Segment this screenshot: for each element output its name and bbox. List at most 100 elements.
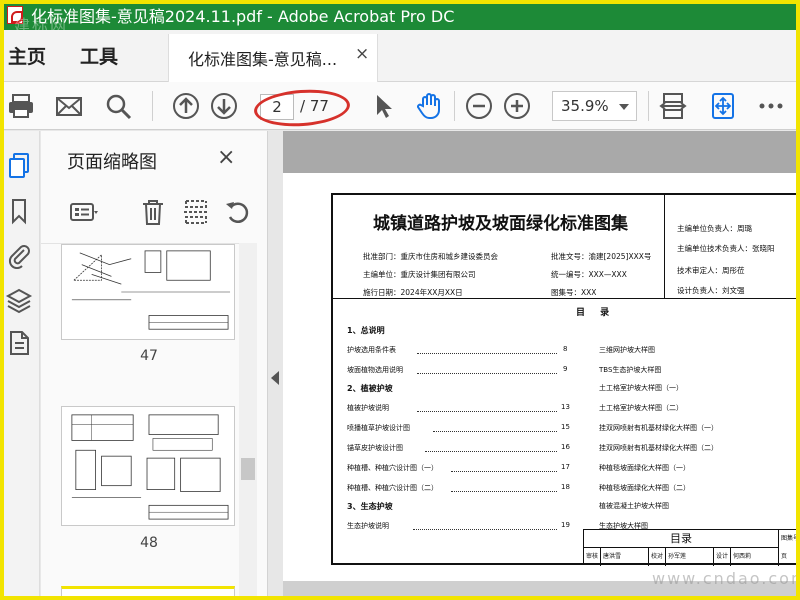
- toc-item: 挂双网喷射有机基材绿化大样图（一）: [599, 424, 718, 432]
- pages-icon[interactable]: [5, 151, 33, 179]
- effective-date: 施行日期：2024年XX月XX日: [363, 288, 463, 297]
- toc-page: 8: [563, 345, 568, 353]
- page-down-icon[interactable]: [209, 91, 239, 121]
- toc-item: 种植毯坡面绿化大样图（二）: [599, 484, 690, 492]
- toc-item: 植被护坡说明: [347, 404, 389, 412]
- meta-line: 技术审定人：周彤莅: [677, 266, 745, 275]
- title-block-cell: 审核: [584, 548, 601, 566]
- toc-item: 坡面植物选用说明: [347, 366, 403, 374]
- panel-toolbar: [41, 187, 267, 237]
- title-block-cell: 唐洪雪: [601, 548, 649, 566]
- close-tab-icon[interactable]: ×: [355, 44, 369, 64]
- thumbnail-panel: 页面缩略图 × 47 48: [41, 131, 267, 600]
- toolbar-separator: [152, 91, 153, 121]
- tab-tools[interactable]: 工具: [80, 42, 118, 69]
- toc-item: 种植槽、种植穴设计图（一）: [347, 464, 438, 472]
- pdf-page: 城镇道路护坡及坡面绿化标准图集 批准部门：重庆市住房和城乡建设委员会 批准文号：…: [283, 173, 800, 581]
- select-cursor-icon[interactable]: [368, 91, 398, 121]
- title-block-cell: 孙军莲: [666, 548, 714, 566]
- page-up-icon[interactable]: [171, 91, 201, 121]
- print-icon[interactable]: [6, 91, 36, 121]
- bottom-watermark: www.cndao.com: [652, 569, 800, 588]
- toc-item: 土工格室护坡大样图（一）: [599, 384, 683, 392]
- meta-line: 主编单位技术负责人：张晓阳: [677, 244, 775, 253]
- toc-item: 护坡选用条件表: [347, 346, 396, 354]
- toc-leader: [417, 373, 557, 374]
- title-block-cell: 校对: [649, 548, 666, 566]
- thumbnail-list[interactable]: 47 48: [41, 243, 257, 600]
- toc-leader: [417, 411, 557, 412]
- collapse-arrow-icon: [271, 371, 279, 385]
- more-icon[interactable]: [756, 91, 786, 121]
- title-block-cell: 页: [781, 553, 788, 560]
- bookmark-icon[interactable]: [5, 197, 33, 225]
- close-panel-icon[interactable]: ×: [217, 145, 235, 170]
- toc-leader: [425, 451, 557, 452]
- document-title: 城镇道路护坡及坡面绿化标准图集: [373, 214, 628, 234]
- thumbnail-page-next[interactable]: [61, 586, 235, 600]
- responsible-persons: 主编单位负责人：周璐 主编单位技术负责人：张晓阳 技术审定人：周彤莅 设计负责人…: [665, 195, 800, 299]
- toc-page: 17: [561, 463, 570, 471]
- toc-page: 13: [561, 403, 570, 411]
- toc-title: 目 录: [576, 308, 616, 318]
- thumbnail-page-47[interactable]: [61, 244, 235, 340]
- toc-section: 3、生态护坡: [347, 502, 393, 511]
- tab-home[interactable]: 主页: [8, 42, 46, 69]
- cover-header: 城镇道路护坡及坡面绿化标准图集 批准部门：重庆市住房和城乡建设委员会 批准文号：…: [333, 195, 665, 299]
- meta-line: 主编单位负责人：周璐: [677, 224, 752, 233]
- hand-tool-icon[interactable]: [415, 91, 445, 121]
- window-title: 化标准图集-意见稿2024.11.pdf - Adobe Acrobat Pro…: [31, 7, 455, 26]
- toc-item: 锚草皮护坡设计图: [347, 444, 403, 452]
- editor-unit: 主编单位：重庆设计集团有限公司: [363, 270, 476, 279]
- toc-item: TBS生态护坡大样图: [599, 366, 662, 374]
- atlas-no: 图集号：XXX: [551, 288, 597, 297]
- search-icon[interactable]: [103, 91, 133, 121]
- toc-item: 土工格室护坡大样图（二）: [599, 404, 683, 412]
- document-icon[interactable]: [5, 329, 33, 357]
- document-view[interactable]: 城镇道路护坡及坡面绿化标准图集 批准部门：重庆市住房和城乡建设委员会 批准文号：…: [283, 131, 800, 600]
- toc-leader: [451, 491, 557, 492]
- toc-page: 16: [561, 443, 570, 451]
- title-block-cell: 设计: [714, 548, 731, 566]
- scrollbar-thumb[interactable]: [241, 458, 255, 480]
- approval-no: 批准文号：渝建[2025]XXX号: [551, 252, 652, 261]
- zoom-value: 35.9%: [561, 97, 609, 115]
- thumbnail-page-48[interactable]: [61, 406, 235, 526]
- fit-width-icon[interactable]: [658, 91, 688, 121]
- thumbnail-number: 47: [140, 348, 158, 364]
- rotate-icon[interactable]: [223, 197, 253, 227]
- thumbnail-options-icon[interactable]: [69, 197, 99, 227]
- zoom-in-icon[interactable]: [502, 91, 532, 121]
- mail-icon[interactable]: [54, 91, 84, 121]
- toc-item: 植被混凝土护坡大样图: [599, 502, 669, 510]
- extract-pages-icon[interactable]: [181, 197, 211, 227]
- previous-page-strip: [283, 131, 800, 173]
- toc-leader: [417, 353, 557, 354]
- title-block-cell: 何西莉: [731, 548, 779, 566]
- thumbnail-scrollbar[interactable]: [239, 243, 257, 600]
- toc-item: 种植毯坡面绿化大样图（一）: [599, 464, 690, 472]
- tab-document[interactable]: 化标准图集-意见稿... ×: [168, 34, 378, 83]
- zoom-out-icon[interactable]: [464, 91, 494, 121]
- toc-section: 2、植被护坡: [347, 384, 393, 393]
- attachment-icon[interactable]: [5, 241, 33, 270]
- left-nav-strip: [0, 131, 40, 600]
- title-block-name: 目录: [584, 530, 779, 548]
- toc-item: 挂双网喷射有机基材绿化大样图（二）: [599, 444, 718, 452]
- toolbar-separator: [648, 91, 649, 121]
- toc-item: 三维网护坡大样图: [599, 346, 655, 354]
- approval-dept: 批准部门：重庆市住房和城乡建设委员会: [363, 252, 498, 261]
- toc-leader: [433, 431, 557, 432]
- toc-page: 15: [561, 423, 570, 431]
- layers-icon[interactable]: [5, 286, 33, 314]
- zoom-select[interactable]: 35.9%: [552, 91, 637, 121]
- toolbar: 2 / 77 35.9%: [0, 82, 800, 130]
- toc-page: 18: [561, 483, 570, 491]
- toc-page: 19: [561, 521, 570, 529]
- unified-no: 统一编号：XXX—XXX: [551, 270, 627, 279]
- tab-bar: 主页 工具 化标准图集-意见稿... ×: [0, 30, 800, 83]
- delete-icon[interactable]: [138, 197, 168, 227]
- panel-collapse-handle[interactable]: [267, 131, 283, 600]
- fit-page-icon[interactable]: [708, 91, 738, 121]
- toc-item: 种植槽、种植穴设计图（二）: [347, 484, 438, 492]
